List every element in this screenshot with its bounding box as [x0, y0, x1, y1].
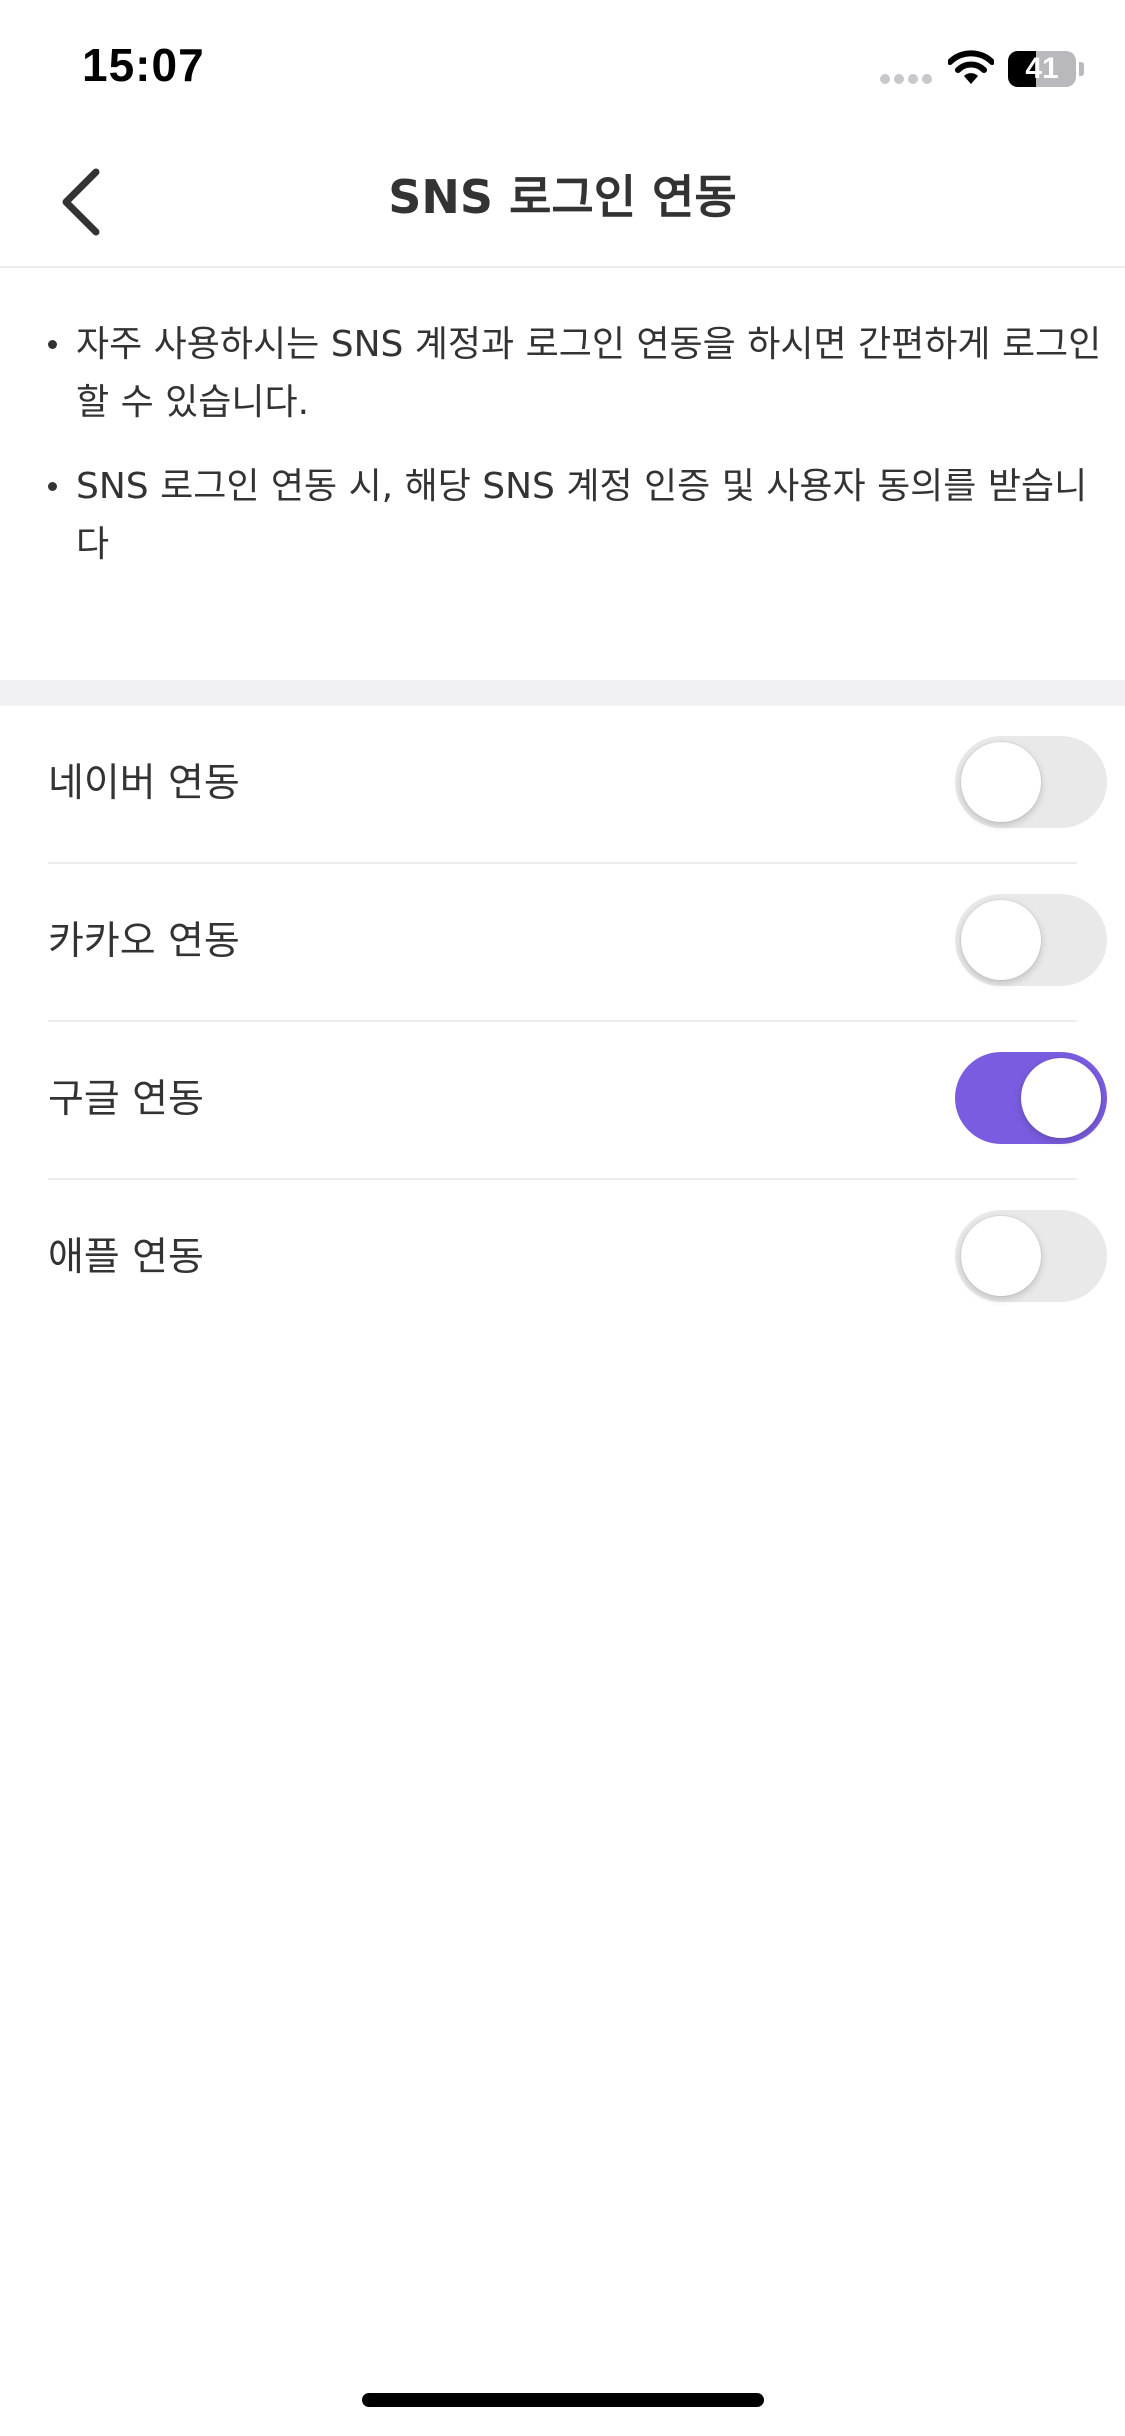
back-button[interactable]: [38, 152, 128, 248]
sns-link-list: 네이버 연동 카카오 연동 구글 연동 애플 연동: [0, 706, 1125, 1336]
sns-row-kakao: 카카오 연동: [48, 864, 1107, 1022]
info-note: SNS 로그인 연동 시, 해당 SNS 계정 인증 및 사용자 동의를 받습니…: [46, 458, 1116, 574]
nav-bar: SNS 로그인 연동: [0, 132, 1125, 268]
battery-level: 41: [1025, 52, 1059, 85]
toggle-knob: [961, 742, 1041, 822]
battery-icon: 41: [1008, 51, 1076, 87]
apple-link-toggle[interactable]: [955, 1210, 1107, 1302]
status-bar: 15:07 41: [0, 0, 1125, 132]
info-section: 자주 사용하시는 SNS 계정과 로그인 연동을 하시면 간편하게 로그인 할 …: [0, 268, 1125, 680]
sns-label-naver: 네이버 연동: [48, 761, 240, 806]
sns-label-google: 구글 연동: [48, 1077, 204, 1122]
google-link-toggle[interactable]: [955, 1052, 1107, 1144]
chevron-left-icon: [38, 152, 128, 248]
sns-row-apple: 애플 연동: [48, 1180, 1107, 1336]
sns-label-kakao: 카카오 연동: [48, 919, 240, 964]
sns-row-naver: 네이버 연동: [48, 706, 1107, 864]
toggle-knob: [961, 1216, 1041, 1296]
home-indicator: [362, 2393, 764, 2407]
kakao-link-toggle[interactable]: [955, 894, 1107, 986]
naver-link-toggle[interactable]: [955, 736, 1107, 828]
toggle-knob: [1021, 1058, 1101, 1138]
page-title: SNS 로그인 연동: [388, 170, 737, 224]
wifi-icon: [947, 50, 995, 86]
status-time: 15:07: [82, 39, 205, 91]
section-divider: [0, 680, 1125, 706]
info-note: 자주 사용하시는 SNS 계정과 로그인 연동을 하시면 간편하게 로그인 할 …: [46, 316, 1116, 432]
sns-row-google: 구글 연동: [48, 1022, 1107, 1180]
signal-dots-icon: [880, 74, 934, 84]
sns-label-apple: 애플 연동: [48, 1235, 204, 1280]
battery-cap: [1079, 62, 1084, 76]
toggle-knob: [961, 900, 1041, 980]
